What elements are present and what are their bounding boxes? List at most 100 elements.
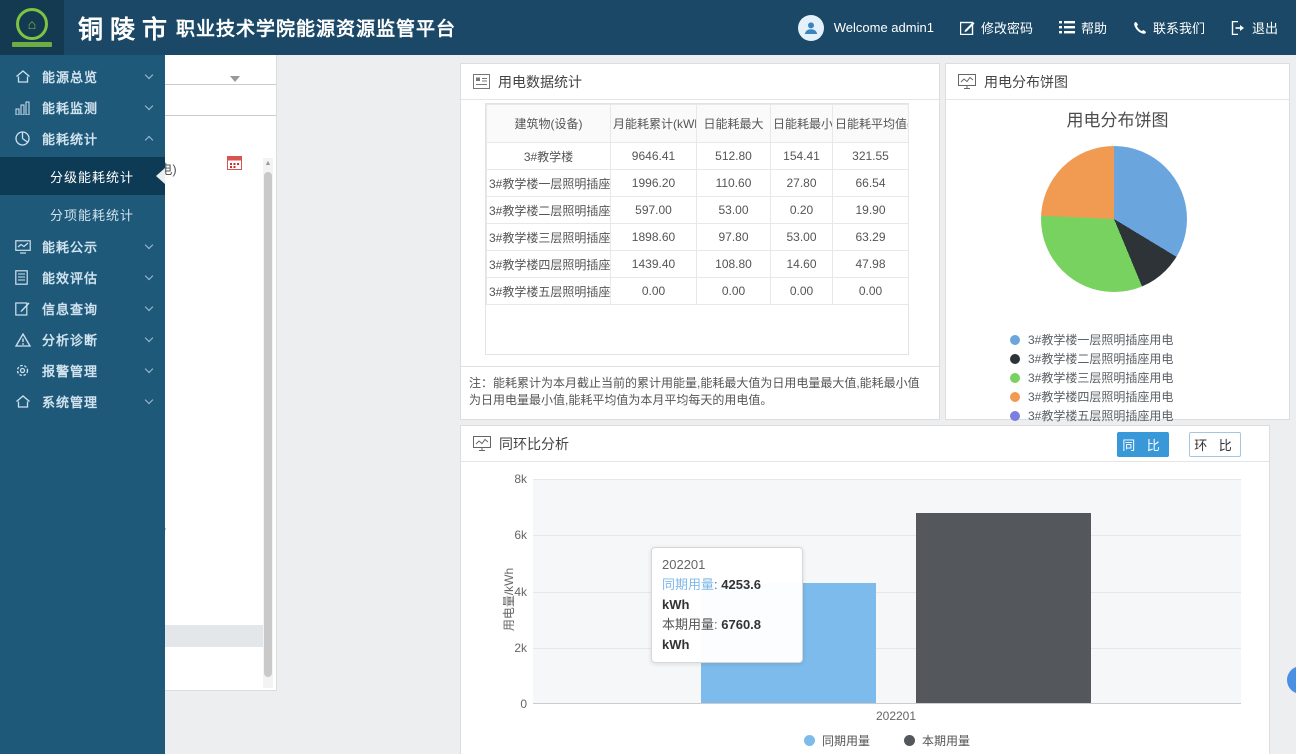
building-name-cell: 3#教学楼二层照明插座用 <box>487 197 611 224</box>
electricity-data-header: 用电数据统计 <box>461 64 939 100</box>
sidebar-item-3[interactable]: 能耗公示 <box>0 231 165 262</box>
mom-button[interactable]: 环 比 <box>1189 432 1241 457</box>
column-header-0: 建筑物(设备) <box>487 105 611 143</box>
pie-distribution-panel: 用电分布饼图 用电分布饼图 3#教学楼一层照明插座用电3#教学楼二层照明插座用电… <box>945 63 1290 420</box>
header-action-0[interactable]: 修改密码 <box>960 18 1033 37</box>
sidebar-item-8[interactable]: 系统管理 <box>0 386 165 417</box>
column-header-1: 月能耗累计(kWh <box>611 105 697 143</box>
legend-label: 3#教学楼四层照明插座用电 <box>1028 388 1173 405</box>
bar-legend-item-1[interactable]: 本期用量 <box>904 732 970 749</box>
edit-square-icon <box>960 20 975 35</box>
sidebar-item-label: 报警管理 <box>42 361 98 380</box>
sidebar-item-label: 信息查询 <box>42 299 98 318</box>
value-cell: 0.00 <box>611 278 697 305</box>
chevron-down-icon <box>145 71 153 79</box>
legend-label: 3#教学楼三层照明插座用电 <box>1028 369 1173 386</box>
header-right: Welcome admin1 修改密码帮助联系我们退出 <box>798 15 1296 41</box>
value-cell: 1996.20 <box>611 170 697 197</box>
building-name-cell: 3#教学楼四层照明插座用 <box>487 251 611 278</box>
monitor-chart-icon <box>15 240 32 254</box>
value-cell: 47.98 <box>833 251 909 278</box>
value-cell: 512.80 <box>697 143 771 170</box>
building-name-cell: 3#教学楼三层照明插座用 <box>487 224 611 251</box>
scrollbar-thumb[interactable] <box>264 172 272 677</box>
bar-本期用量[interactable] <box>916 513 1091 703</box>
header-action-3[interactable]: 退出 <box>1231 18 1278 37</box>
y-tick-label: 6k <box>491 528 527 542</box>
gridline <box>533 592 1241 593</box>
page: ⌂ 铜陵市 职业技术学院能源资源监管平台 Welcome admin1 修改密码… <box>0 0 1296 754</box>
sidebar-item-2[interactable]: 能耗统计 <box>0 123 165 154</box>
y-axis-title: 用电量/kWh <box>500 568 517 631</box>
sidebar: 能源总览能耗监测能耗统计分级能耗统计分项能耗统计能耗公示能效评估信息查询分析诊断… <box>0 55 165 754</box>
sidebar-subitem-2-1[interactable]: 分项能耗统计 <box>0 198 165 231</box>
sidebar-item-4[interactable]: 能效评估 <box>0 262 165 293</box>
table-panel-title: 用电数据统计 <box>498 72 582 92</box>
y-tick-label: 0 <box>491 697 527 711</box>
header-actions: 修改密码 帮助 联系我们 退出 <box>960 18 1278 37</box>
sidebar-subitem-2-0[interactable]: 分级能耗统计 <box>0 157 165 195</box>
floating-action-button[interactable] <box>1287 666 1296 694</box>
chevron-down-icon <box>145 396 153 404</box>
warning-icon <box>15 333 32 347</box>
sidebar-item-7[interactable]: 报警管理 <box>0 355 165 386</box>
scroll-up-arrow-icon[interactable]: ▲ <box>263 158 273 170</box>
header-action-2[interactable]: 联系我们 <box>1133 18 1205 37</box>
gridline <box>533 479 1241 480</box>
list-icon <box>1059 21 1075 34</box>
header-action-label: 退出 <box>1252 18 1278 37</box>
pie-legend: 3#教学楼一层照明插座用电3#教学楼二层照明插座用电 3#教学楼三层照明插座用电 3… <box>1010 330 1173 425</box>
chevron-down-icon[interactable] <box>230 76 240 87</box>
building-name-cell: 3#教学楼 <box>487 143 611 170</box>
column-header-4: 日能耗平均值(kW <box>833 105 909 143</box>
sidebar-item-0[interactable]: 能源总览 <box>0 61 165 92</box>
gear-icon <box>15 363 32 378</box>
value-cell: 0.00 <box>771 278 833 305</box>
pie-legend-item-3[interactable]: 3#教学楼四层照明插座用电 <box>1010 387 1173 406</box>
bar-legend-item-0[interactable]: 同期用量 <box>804 732 870 749</box>
sidebar-item-label: 能效评估 <box>42 268 98 287</box>
pie-chart[interactable] <box>1041 146 1187 292</box>
tooltip-row-yoy: 同期用量: 4253.6 kWh <box>662 575 792 615</box>
legend-dot <box>904 735 915 746</box>
value-cell: 14.60 <box>771 251 833 278</box>
pie-panel-header: 用电分布饼图 <box>946 64 1289 100</box>
pie-legend-item-0[interactable]: 3#教学楼一层照明插座用电 <box>1010 330 1173 349</box>
sidebar-item-1[interactable]: 能耗监测 <box>0 92 165 123</box>
table-panel-icon <box>473 74 490 89</box>
value-cell: 0.20 <box>771 197 833 224</box>
bar-plot-area <box>533 479 1241 704</box>
legend-dot <box>1010 354 1020 364</box>
tooltip-row-current: 本期用量: 6760.8 kWh <box>662 615 792 655</box>
tree-scrollbar[interactable]: ▲ <box>263 158 273 688</box>
gridline <box>533 535 1241 536</box>
value-cell: 19.90 <box>833 197 909 224</box>
pie-legend-item-1[interactable]: 3#教学楼二层照明插座用电 <box>1010 349 1173 368</box>
pie-legend-item-4[interactable]: 3#教学楼五层照明插座用电 <box>1010 406 1173 425</box>
header-action-1[interactable]: 帮助 <box>1059 18 1107 37</box>
x-tick-label: 202201 <box>876 709 916 723</box>
app-header: ⌂ 铜陵市 职业技术学院能源资源监管平台 Welcome admin1 修改密码… <box>0 0 1296 55</box>
value-cell: 110.60 <box>697 170 771 197</box>
legend-dot <box>1010 373 1020 383</box>
table-row: 3#教学楼四层照明插座用1439.40108.8014.6047.98 <box>487 251 909 278</box>
header-action-label: 帮助 <box>1081 18 1107 37</box>
legend-label: 同期用量 <box>822 732 870 749</box>
table-row: 3#教学楼一层照明插座用1996.20110.6027.8066.54 <box>487 170 909 197</box>
y-tick-label: 2k <box>491 641 527 655</box>
table-note: 注：能耗累计为本月截止当前的累计用能量,能耗最大值为日用电量最大值,能耗最小值为… <box>461 366 939 419</box>
legend-label: 3#教学楼二层照明插座用电 <box>1028 350 1173 367</box>
sidebar-item-label: 能耗统计 <box>42 129 98 148</box>
app-logo: ⌂ <box>0 0 64 55</box>
value-cell: 97.80 <box>697 224 771 251</box>
value-cell: 9646.41 <box>611 143 697 170</box>
sidebar-item-5[interactable]: 信息查询 <box>0 293 165 324</box>
yoy-button[interactable]: 同 比 <box>1117 432 1169 457</box>
pie-legend-item-2[interactable]: 3#教学楼三层照明插座用电 <box>1010 368 1173 387</box>
sidebar-item-6[interactable]: 分析诊断 <box>0 324 165 355</box>
legend-dot <box>1010 335 1020 345</box>
city-name: 铜陵市 <box>78 10 174 46</box>
value-cell: 27.80 <box>771 170 833 197</box>
sidebar-item-label: 能耗公示 <box>42 237 98 256</box>
value-cell: 53.00 <box>697 197 771 224</box>
